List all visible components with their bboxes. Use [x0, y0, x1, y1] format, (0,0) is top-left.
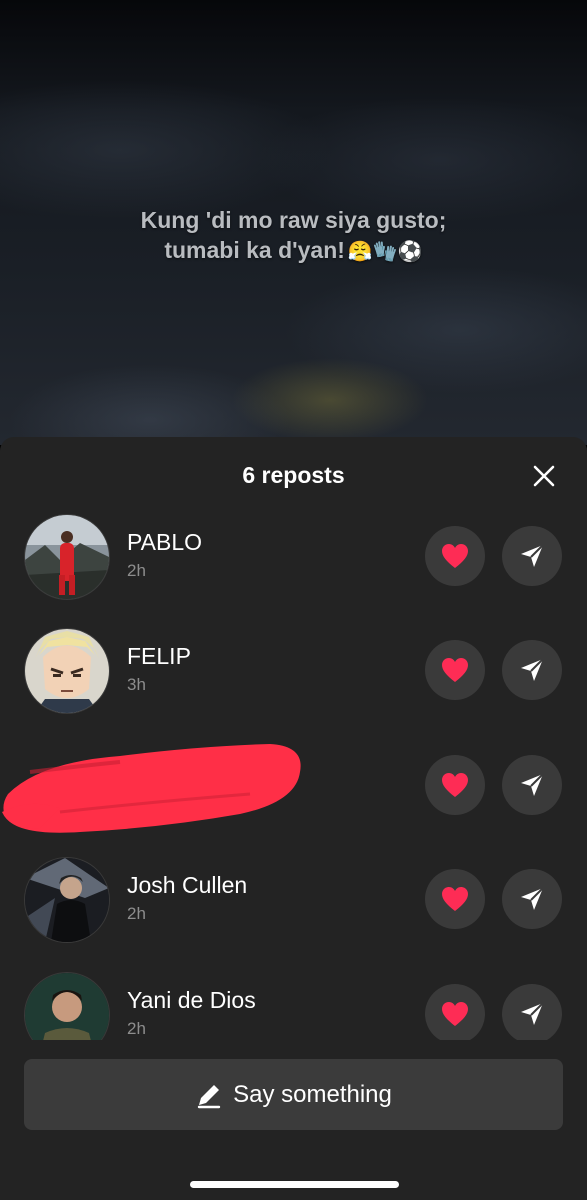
user-name[interactable]: FELIP: [127, 643, 191, 670]
like-button[interactable]: [425, 869, 485, 929]
send-icon: [521, 544, 544, 567]
list-item[interactable]: Yani de Dios 2h: [0, 970, 587, 1040]
heart-icon: [442, 773, 468, 797]
list-item[interactable]: Josh Cullen 2h: [0, 855, 587, 955]
avatar-image: [25, 515, 109, 599]
send-icon: [521, 1002, 544, 1025]
send-button[interactable]: [502, 984, 562, 1040]
avatar[interactable]: [24, 857, 110, 943]
avatar-image: [25, 858, 109, 942]
send-button[interactable]: [502, 755, 562, 815]
user-name[interactable]: Yani de Dios: [127, 987, 256, 1014]
redaction-scribble: [2, 744, 301, 833]
like-button[interactable]: [425, 526, 485, 586]
send-button[interactable]: [502, 526, 562, 586]
like-button[interactable]: [425, 984, 485, 1040]
avatar[interactable]: [24, 972, 110, 1040]
repost-time: 3h: [127, 675, 146, 694]
send-button[interactable]: [502, 640, 562, 700]
say-something-label: Say something: [233, 1080, 392, 1108]
reposts-list[interactable]: PABLO 2h FELIP 3h Josh Cullen 2h Yani de…: [0, 512, 587, 1040]
heart-icon: [442, 658, 468, 682]
repost-time: 2h: [127, 1019, 146, 1038]
list-item[interactable]: PABLO 2h: [0, 512, 587, 612]
send-icon: [521, 658, 544, 681]
avatar[interactable]: [24, 628, 110, 714]
avatar-image: [25, 629, 109, 713]
pencil-icon: [195, 1081, 223, 1109]
heart-icon: [442, 544, 468, 568]
caption-line-2: tumabi ka d'yan! 😤🧤⚽: [0, 235, 587, 266]
say-something-button[interactable]: Say something: [24, 1059, 563, 1130]
caption-emojis: 😤🧤⚽: [347, 239, 423, 263]
close-button[interactable]: [527, 459, 561, 493]
caption-line-2-text: tumabi ka d'yan!: [164, 237, 345, 263]
like-button[interactable]: [425, 640, 485, 700]
like-button[interactable]: [425, 755, 485, 815]
send-button[interactable]: [502, 869, 562, 929]
avatar-image: [25, 973, 109, 1040]
caption-line-1: Kung 'di mo raw siya gusto;: [140, 207, 447, 233]
list-item[interactable]: FELIP 3h: [0, 626, 587, 726]
repost-time: 2h: [127, 904, 146, 923]
user-name[interactable]: Josh Cullen: [127, 872, 247, 899]
heart-icon: [442, 887, 468, 911]
send-icon: [521, 773, 544, 796]
avatar[interactable]: [24, 514, 110, 600]
send-icon: [521, 887, 544, 910]
repost-time: 2h: [127, 561, 146, 580]
home-indicator[interactable]: [190, 1181, 399, 1188]
video-caption: Kung 'di mo raw siya gusto; tumabi ka d'…: [0, 205, 587, 266]
heart-icon: [442, 1002, 468, 1026]
close-icon: [533, 465, 555, 487]
reposts-sheet: 6 reposts PABLO 2h FELIP 3h Josh Cullen …: [0, 437, 587, 1200]
sheet-title: 6 reposts: [242, 462, 345, 488]
user-name[interactable]: PABLO: [127, 529, 202, 556]
